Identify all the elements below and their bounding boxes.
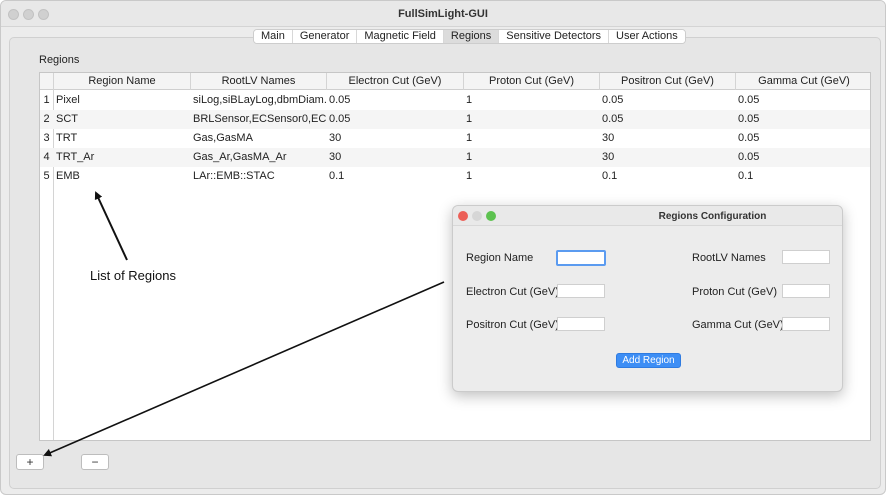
electron-cut-input[interactable] [557,284,605,298]
rootlv-names-input[interactable] [782,250,830,264]
cell-rootlv-names[interactable]: LAr::EMB::STAC [190,167,326,186]
cell-region-name[interactable]: TRT [53,129,190,148]
cell-electron-cut[interactable]: 30 [326,129,463,148]
cell-gamma-cut[interactable]: 0.1 [735,167,872,186]
cell-rootlv-names[interactable]: BRLSensor,ECSensor0,ECS... [190,110,326,129]
tab-main[interactable]: Main [254,30,293,43]
column-header-positron-cut[interactable]: Positron Cut (GeV) [599,73,735,90]
column-header-region-name[interactable]: Region Name [53,73,190,90]
column-header-proton-cut[interactable]: Proton Cut (GeV) [463,73,599,90]
cell-proton-cut[interactable]: 1 [463,110,599,129]
cell-region-name[interactable]: EMB [53,167,190,186]
dialog-titlebar: Regions Configuration [453,206,842,226]
proton-cut-input[interactable] [782,284,830,298]
electron-cut-label: Electron Cut (GeV) [466,286,559,298]
cell-positron-cut[interactable]: 30 [599,129,735,148]
regions-configuration-dialog: Regions Configuration Region Name RootLV… [452,205,843,392]
row-number: 2 [43,113,50,125]
cell-proton-cut[interactable]: 1 [463,167,599,186]
tab-user-actions[interactable]: User Actions [609,30,685,43]
cell-rootlv-names[interactable]: Gas_Ar,GasMA_Ar [190,148,326,167]
cell-electron-cut[interactable]: 0.1 [326,167,463,186]
table-row[interactable]: 4 TRT_Ar Gas_Ar,GasMA_Ar 30 1 30 0.05 [40,148,870,167]
dialog-title: Regions Configuration [658,211,767,222]
tab-bar: Main Generator Magnetic Field Regions Se… [253,29,686,44]
positron-cut-label: Positron Cut (GeV) [466,319,559,331]
region-name-label: Region Name [466,252,534,264]
column-header-gamma-cut[interactable]: Gamma Cut (GeV) [735,73,872,90]
cell-region-name[interactable]: TRT_Ar [53,148,190,167]
row-number: 1 [43,94,50,106]
table-row[interactable]: 5 EMB LAr::EMB::STAC 0.1 1 0.1 0.1 [40,167,870,186]
window-titlebar: FullSimLight-GUI [1,1,885,27]
cell-rootlv-names[interactable]: siLog,siBLayLog,dbmDiam... [190,91,326,110]
cell-rootlv-names[interactable]: Gas,GasMA [190,129,326,148]
row-number: 3 [43,132,50,144]
row-number: 4 [43,151,50,163]
region-name-input[interactable] [556,250,606,266]
add-region-button[interactable]: + [16,454,44,470]
gamma-cut-input[interactable] [782,317,830,331]
table-row[interactable]: 2 SCT BRLSensor,ECSensor0,ECS... 0.05 1 … [40,110,870,129]
tab-regions[interactable]: Regions [443,30,500,43]
cell-proton-cut[interactable]: 1 [463,91,599,110]
column-header-electron-cut[interactable]: Electron Cut (GeV) [326,73,463,90]
cell-positron-cut[interactable]: 0.05 [599,91,735,110]
cell-positron-cut[interactable]: 0.05 [599,110,735,129]
remove-region-button[interactable]: − [81,454,109,470]
regions-section-title: Regions [39,54,80,66]
positron-cut-input[interactable] [557,317,605,331]
table-row[interactable]: 1 Pixel siLog,siBLayLog,dbmDiam... 0.05 … [40,91,870,110]
cell-gamma-cut[interactable]: 0.05 [735,110,872,129]
cell-region-name[interactable]: SCT [53,110,190,129]
dialog-minimize-icon[interactable] [472,211,482,221]
cell-electron-cut[interactable]: 30 [326,148,463,167]
cell-gamma-cut[interactable]: 0.05 [735,148,872,167]
cell-gamma-cut[interactable]: 0.05 [735,129,872,148]
cell-proton-cut[interactable]: 1 [463,148,599,167]
table-header: Region Name RootLV Names Electron Cut (G… [40,73,870,90]
add-region-dialog-button[interactable]: Add Region [616,353,681,368]
table-row[interactable]: 3 TRT Gas,GasMA 30 1 30 0.05 [40,129,870,148]
tab-magnetic-field[interactable]: Magnetic Field [357,30,444,43]
gamma-cut-label: Gamma Cut (GeV) [692,319,784,331]
window-title: FullSimLight-GUI [398,8,488,20]
dialog-close-icon[interactable] [458,211,468,221]
dialog-zoom-icon[interactable] [486,211,496,221]
cell-proton-cut[interactable]: 1 [463,129,599,148]
cell-gamma-cut[interactable]: 0.05 [735,91,872,110]
rootlv-names-label: RootLV Names [692,252,766,264]
column-header-rootlv-names[interactable]: RootLV Names [190,73,326,90]
row-number: 5 [43,170,50,182]
tab-sensitive-detectors[interactable]: Sensitive Detectors [499,30,610,43]
cell-positron-cut[interactable]: 0.1 [599,167,735,186]
tab-generator[interactable]: Generator [292,30,358,43]
annotation-label: List of Regions [90,268,176,283]
cell-electron-cut[interactable]: 0.05 [326,91,463,110]
proton-cut-label: Proton Cut (GeV) [692,286,777,298]
cell-positron-cut[interactable]: 30 [599,148,735,167]
cell-electron-cut[interactable]: 0.05 [326,110,463,129]
cell-region-name[interactable]: Pixel [53,91,190,110]
